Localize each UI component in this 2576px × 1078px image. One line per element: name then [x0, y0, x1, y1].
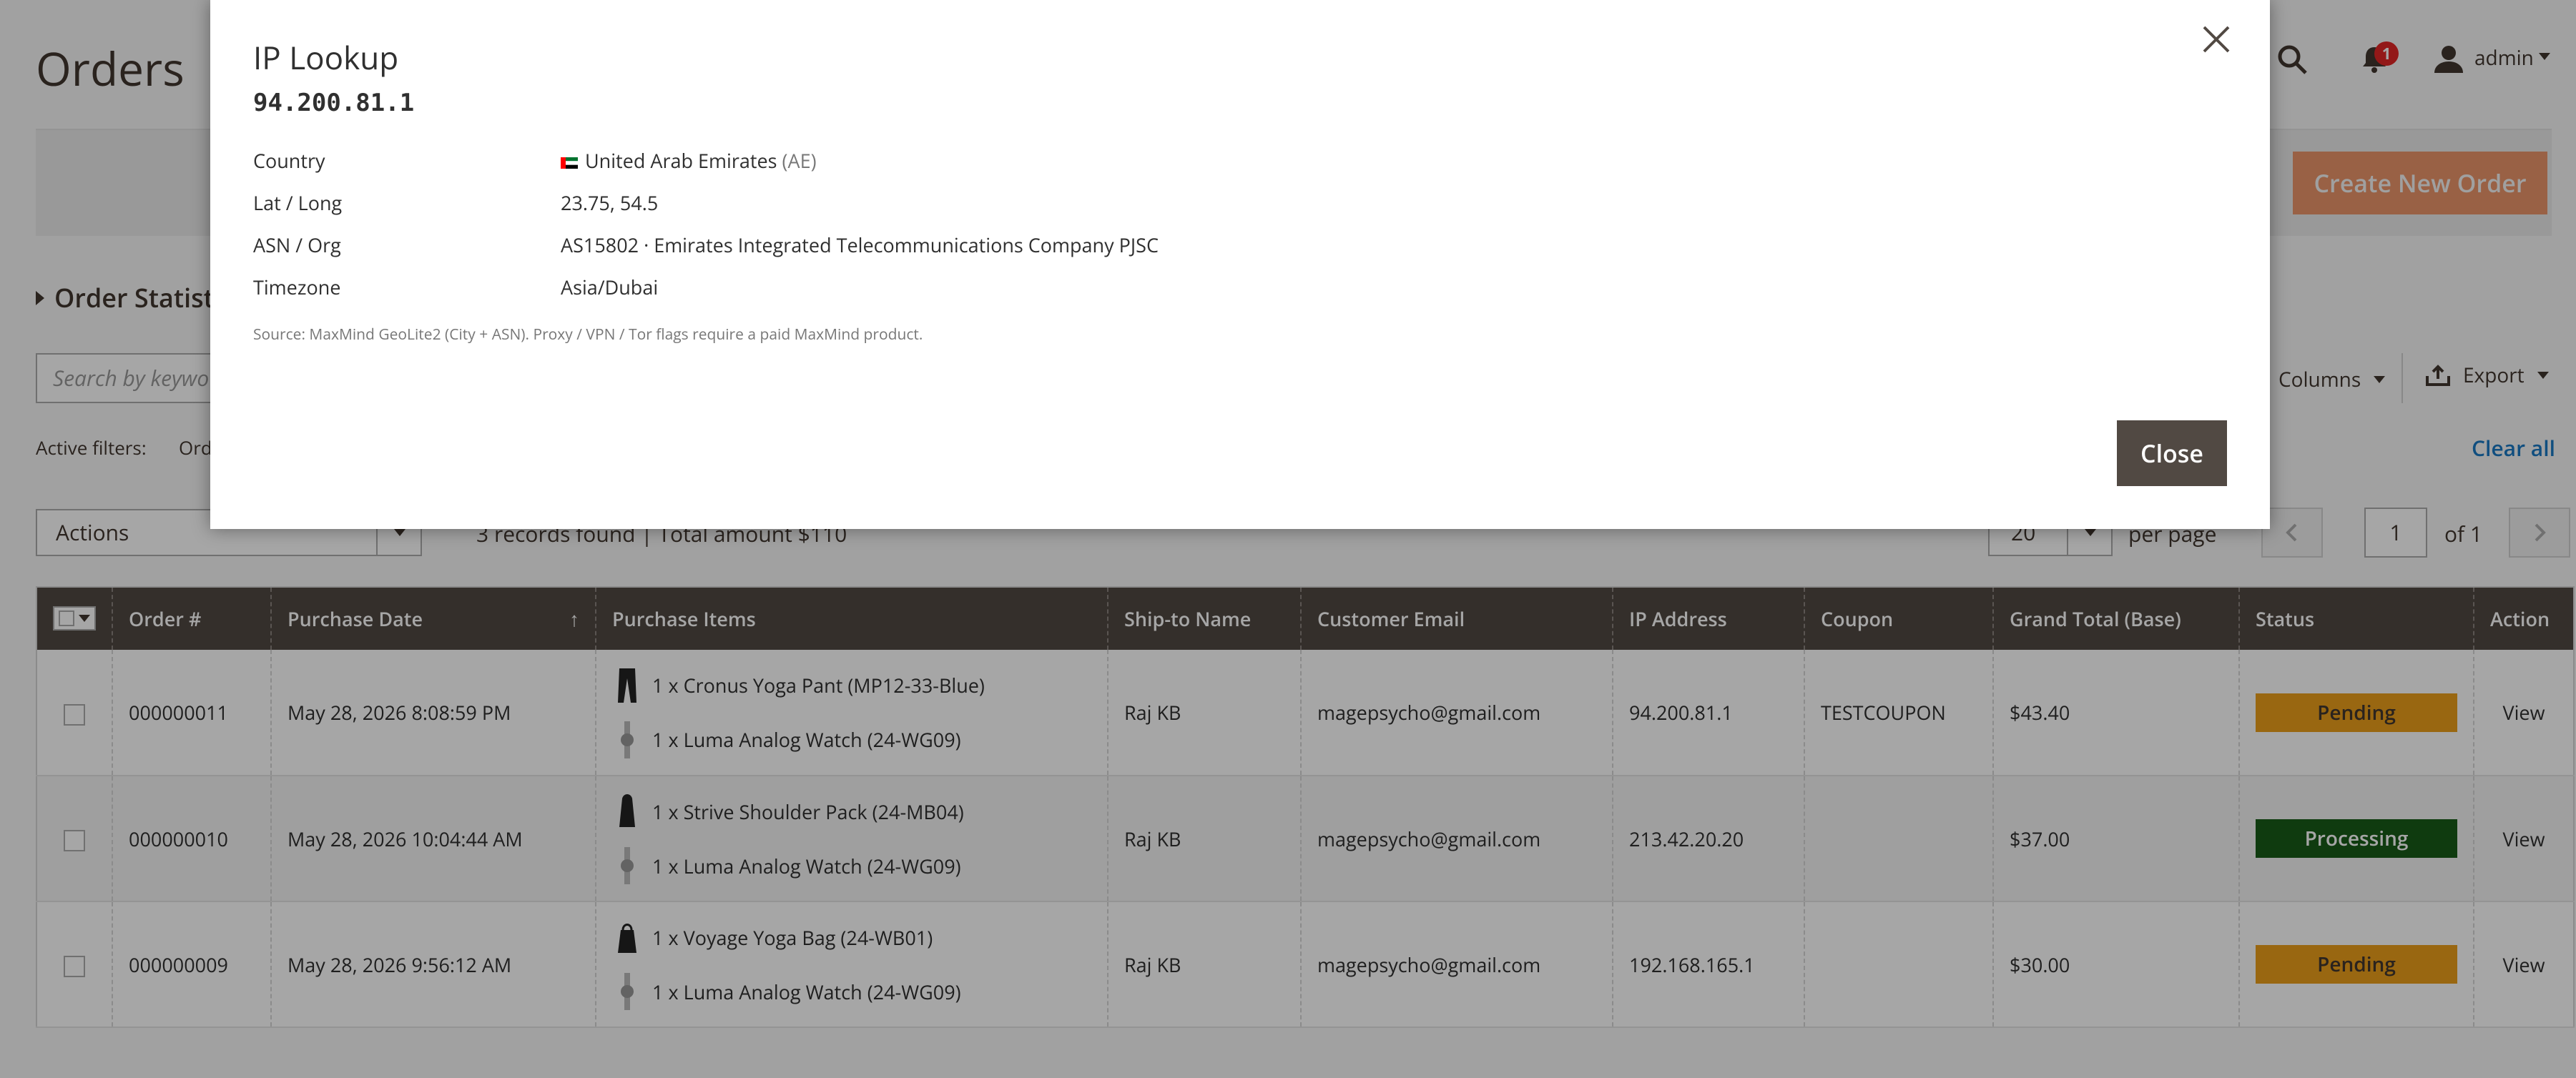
info-label: Lat / Long: [253, 189, 343, 216]
close-icon[interactable]: [2198, 21, 2234, 57]
source-note: Source: MaxMind GeoLite2 (City + ASN). P…: [253, 325, 923, 345]
info-label: ASN / Org: [253, 232, 341, 258]
info-value: Asia/Dubai: [561, 274, 659, 300]
info-label: Country: [253, 147, 325, 174]
modal-ip-address: 94.200.81.1: [253, 89, 415, 117]
country-code: (AE): [782, 147, 817, 174]
info-value: AS15802 · Emirates Integrated Telecommun…: [561, 232, 1159, 258]
info-label: Timezone: [253, 274, 341, 300]
close-button[interactable]: Close: [2117, 420, 2227, 486]
ip-lookup-modal: IP Lookup 94.200.81.1 Country United Ara…: [210, 0, 2270, 529]
country-name: United Arab Emirates: [585, 147, 777, 174]
info-value: United Arab Emirates (AE): [561, 147, 817, 174]
modal-title: IP Lookup: [253, 36, 399, 79]
uae-flag-icon: [561, 157, 578, 169]
info-value: 23.75, 54.5: [561, 189, 659, 216]
